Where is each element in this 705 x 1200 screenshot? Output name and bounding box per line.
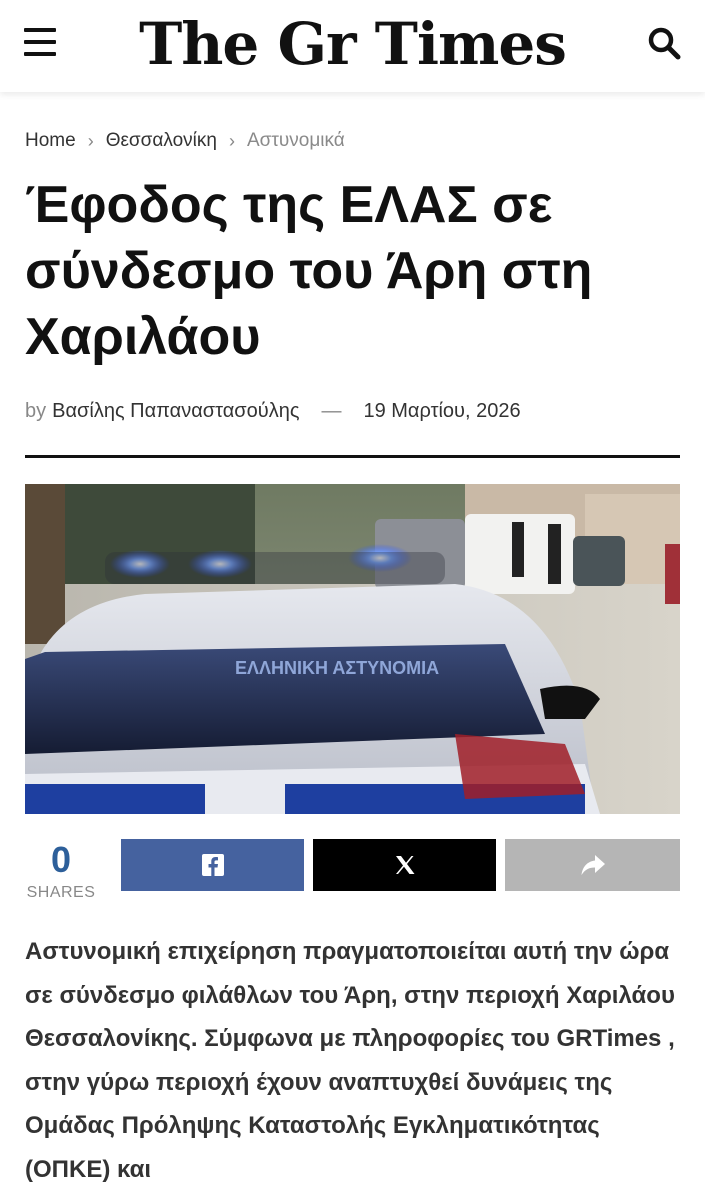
by-label: by: [25, 400, 47, 422]
article-byline: by Βασίλης Παπαναστασούλης — 19 Μαρτίου,…: [25, 400, 521, 423]
share-arrow-icon: [581, 855, 605, 875]
facebook-share-button[interactable]: [121, 839, 304, 891]
share-count-number: 0: [50, 839, 72, 880]
publish-date: 19 Μαρτίου, 2026: [363, 400, 521, 422]
car-lettering: ΕΛΛΗΝΙΚΗ ΑΣΤΥΝΟΜΙΑ: [235, 658, 439, 678]
site-logo[interactable]: The Gr Times: [0, 8, 705, 80]
chevron-right-icon: ›: [87, 130, 94, 151]
title-divider: [25, 455, 680, 458]
share-more-button[interactable]: [505, 839, 680, 891]
breadcrumb: Home › Θεσσαλονίκη › Αστυνομικά: [25, 130, 345, 152]
police-car-photo: ΕΛΛΗΝΙΚΗ ΑΣΤΥΝΟΜΙΑ: [25, 484, 680, 814]
site-header: The Gr Times: [0, 0, 705, 92]
chevron-right-icon: ›: [228, 130, 235, 151]
x-icon: [395, 856, 414, 874]
breadcrumb-current[interactable]: Αστυνομικά: [247, 130, 345, 152]
search-icon[interactable]: [647, 26, 681, 60]
share-count-label: SHARES: [26, 884, 96, 901]
byline-dash: —: [321, 400, 342, 422]
breadcrumb-category[interactable]: Θεσσαλονίκη: [106, 130, 217, 152]
share-count: 0 SHARES: [25, 840, 97, 902]
author-link[interactable]: Βασίλης Παπαναστασούλης: [52, 400, 299, 423]
hero-image[interactable]: ΕΛΛΗΝΙΚΗ ΑΣΤΥΝΟΜΙΑ: [25, 484, 680, 814]
article-title: Έφοδος της ΕΛΑΣ σε σύνδεσμο του Άρη στη …: [25, 176, 593, 366]
article-body: Αστυνομική επιχείρηση πραγματοποιείται α…: [25, 938, 675, 1183]
facebook-icon: [201, 854, 224, 876]
x-share-button[interactable]: [313, 839, 496, 891]
breadcrumb-home[interactable]: Home: [25, 130, 76, 152]
